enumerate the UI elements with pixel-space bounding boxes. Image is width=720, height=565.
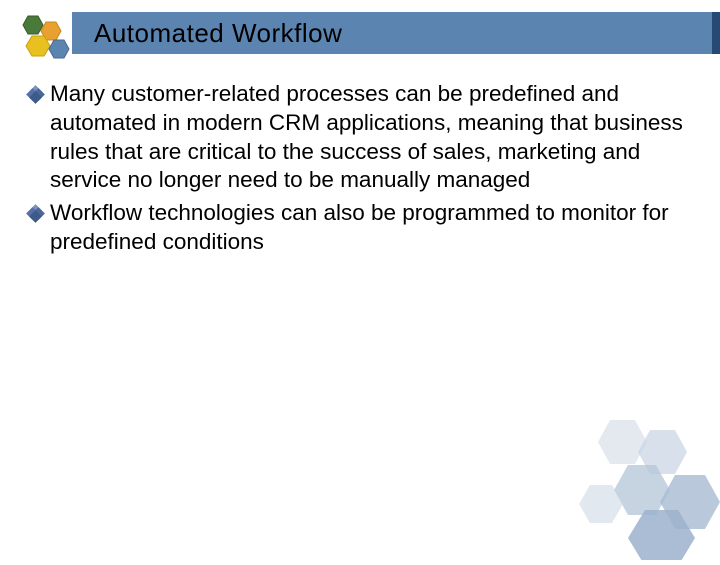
bullet-item: Workflow technologies can also be progra… [28, 199, 688, 257]
slide-title: Automated Workflow [94, 18, 342, 49]
bullet-text: Workflow technologies can also be progra… [50, 199, 688, 257]
bullet-text: Many customer-related processes can be p… [50, 80, 688, 195]
slide-content: Many customer-related processes can be p… [28, 80, 688, 261]
title-bar: Automated Workflow [72, 12, 712, 54]
diamond-bullet-icon [28, 87, 42, 101]
diamond-bullet-icon [28, 206, 42, 220]
bullet-item: Many customer-related processes can be p… [28, 80, 688, 195]
hexagon-footer-decoration-icon [550, 410, 720, 560]
